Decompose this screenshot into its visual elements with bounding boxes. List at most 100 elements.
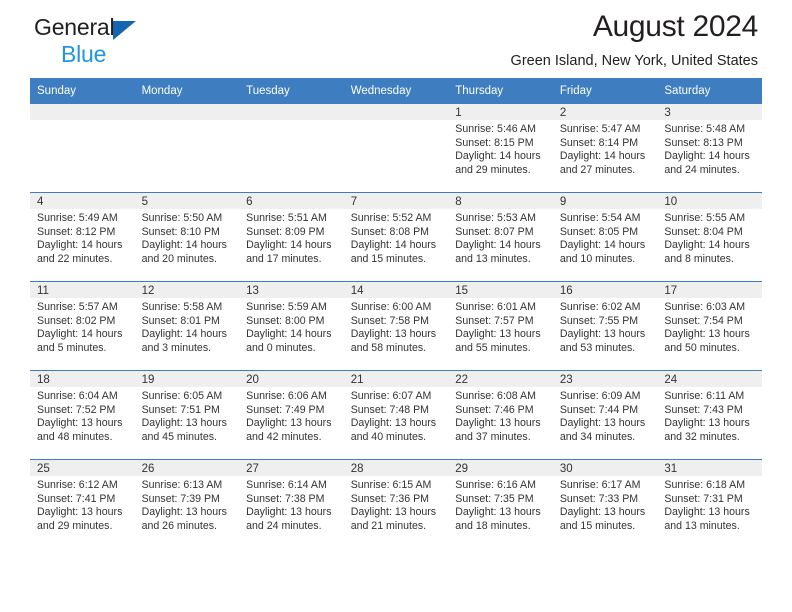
day-details: Sunrise: 5:54 AM Sunset: 8:05 PM Daylight:… bbox=[553, 209, 658, 266]
calendar-day-cell[interactable]: 19 Sunrise: 6:05 AM Sunset: 7:51 PM Dayligh… bbox=[134, 370, 240, 460]
sunrise-text: Sunrise: 5:58 AM bbox=[141, 301, 223, 313]
calendar-day-cell[interactable]: 26 Sunrise: 6:13 AM Sunset: 7:39 PM Dayligh… bbox=[134, 459, 240, 548]
sunset-text: Sunset: 7:39 PM bbox=[141, 492, 220, 505]
calendar-day-cell[interactable]: 12 Sunrise: 5:58 AM Sunset: 8:01 PM Dayligh… bbox=[134, 281, 240, 371]
calendar-day-cell[interactable]: 9 Sunrise: 5:54 AM Sunset: 8:05 PM Daylight… bbox=[552, 192, 658, 282]
calendar-day-cell[interactable]: 27 Sunrise: 6:14 AM Sunset: 7:38 PM Dayligh… bbox=[239, 459, 344, 548]
calendar-day-cell[interactable]: 23 Sunrise: 6:09 AM Sunset: 7:44 PM Dayligh… bbox=[552, 370, 658, 460]
calendar-day-cell[interactable]: 20 Sunrise: 6:06 AM Sunset: 7:49 PM Dayligh… bbox=[239, 370, 344, 460]
calendar-day-cell[interactable]: 25 Sunrise: 6:12 AM Sunset: 7:41 PM Dayligh… bbox=[30, 459, 135, 548]
day-number: 8 bbox=[448, 193, 553, 209]
day-number: 28 bbox=[343, 460, 449, 476]
daylight-text-line2: and 26 minutes. bbox=[141, 519, 217, 532]
daylight-text-line1: Daylight: 13 hours bbox=[559, 417, 646, 430]
sunrise-text: Sunrise: 6:17 AM bbox=[559, 479, 641, 491]
daylight-text-line2: and 5 minutes. bbox=[37, 341, 107, 354]
sunset-text: Sunset: 8:15 PM bbox=[455, 136, 534, 149]
day-number: 10 bbox=[657, 193, 762, 209]
calendar-day-cell[interactable]: 17 Sunrise: 6:03 AM Sunset: 7:54 PM Dayligh… bbox=[657, 281, 762, 371]
calendar-day-cell[interactable]: 22 Sunrise: 6:08 AM Sunset: 7:46 PM Dayligh… bbox=[448, 370, 553, 460]
day-number: 13 bbox=[239, 282, 344, 298]
daylight-text-line1: Daylight: 14 hours bbox=[37, 328, 123, 341]
day-details: Sunrise: 6:04 AM Sunset: 7:52 PM Daylight:… bbox=[30, 387, 135, 444]
calendar-day-cell[interactable]: 7 Sunrise: 5:52 AM Sunset: 8:08 PM Daylight… bbox=[343, 192, 449, 282]
day-number: 26 bbox=[134, 460, 240, 476]
sunset-text: Sunset: 7:48 PM bbox=[350, 403, 430, 416]
sunrise-text: Sunrise: 5:46 AM bbox=[455, 123, 536, 135]
daylight-text-line1: Daylight: 13 hours bbox=[664, 506, 750, 519]
daylight-text-line1: Daylight: 14 hours bbox=[37, 239, 123, 252]
daylight-text-line1: Daylight: 13 hours bbox=[455, 506, 541, 519]
daylight-text-line2: and 32 minutes. bbox=[664, 430, 740, 443]
calendar-day-cell[interactable]: 6 Sunrise: 5:51 AM Sunset: 8:09 PM Daylight… bbox=[239, 192, 344, 282]
day-details: Sunrise: 6:13 AM Sunset: 7:39 PM Daylight:… bbox=[135, 476, 240, 533]
sunrise-text: Sunrise: 6:14 AM bbox=[246, 479, 327, 491]
sunrise-text: Sunrise: 6:18 AM bbox=[664, 479, 746, 491]
daylight-text-line1: Daylight: 13 hours bbox=[664, 417, 750, 430]
sunrise-text: Sunrise: 6:11 AM bbox=[664, 390, 745, 402]
daylight-text-line1: Daylight: 13 hours bbox=[246, 506, 332, 519]
calendar-day-cell[interactable]: 30 Sunrise: 6:17 AM Sunset: 7:33 PM Dayligh… bbox=[552, 459, 658, 548]
calendar-day-cell[interactable]: 3 Sunrise: 5:48 AM Sunset: 8:13 PM Daylight… bbox=[657, 104, 762, 193]
calendar-day-cell[interactable]: 1 Sunrise: 5:46 AM Sunset: 8:15 PM Daylight… bbox=[448, 104, 553, 193]
sunset-text: Sunset: 7:38 PM bbox=[246, 492, 325, 505]
day-details: Sunrise: 5:46 AM Sunset: 8:15 PM Daylight:… bbox=[448, 120, 553, 177]
sunset-text: Sunset: 7:58 PM bbox=[350, 314, 430, 327]
sunrise-text: Sunrise: 6:00 AM bbox=[350, 301, 432, 313]
weekday-header-thursday: Thursday bbox=[448, 78, 553, 104]
weekday-header-wednesday: Wednesday bbox=[343, 78, 449, 104]
day-number: 12 bbox=[134, 282, 240, 298]
daylight-text-line1: Daylight: 14 hours bbox=[455, 239, 541, 252]
calendar-day-cell[interactable]: 31 Sunrise: 6:18 AM Sunset: 7:31 PM Dayligh… bbox=[657, 459, 762, 548]
brand-logo[interactable]: General Blue bbox=[34, 16, 214, 66]
sunrise-text: Sunrise: 6:07 AM bbox=[350, 390, 432, 402]
calendar-day-cell[interactable]: 18 Sunrise: 6:04 AM Sunset: 7:52 PM Dayligh… bbox=[30, 370, 135, 460]
weekday-header-saturday: Saturday bbox=[657, 78, 762, 104]
sunset-text: Sunset: 7:33 PM bbox=[559, 492, 639, 505]
calendar-day-cell[interactable]: 24 Sunrise: 6:11 AM Sunset: 7:43 PM Dayligh… bbox=[657, 370, 762, 460]
daylight-text-line1: Daylight: 13 hours bbox=[37, 417, 123, 430]
day-details: Sunrise: 5:50 AM Sunset: 8:10 PM Daylight:… bbox=[135, 209, 240, 266]
calendar-day-cell[interactable]: 13 Sunrise: 5:59 AM Sunset: 8:00 PM Dayligh… bbox=[239, 281, 344, 371]
calendar-day-cell[interactable]: 10 Sunrise: 5:55 AM Sunset: 8:04 PM Dayligh… bbox=[657, 192, 762, 282]
day-details: Sunrise: 6:02 AM Sunset: 7:55 PM Daylight:… bbox=[553, 298, 658, 355]
day-number: 30 bbox=[552, 460, 658, 476]
sunrise-text: Sunrise: 5:49 AM bbox=[37, 212, 118, 224]
calendar-day-cell[interactable]: 2 Sunrise: 5:47 AM Sunset: 8:14 PM Daylight… bbox=[552, 104, 658, 193]
brand-name-blue: Blue bbox=[61, 41, 107, 67]
day-details: Sunrise: 5:57 AM Sunset: 8:02 PM Daylight:… bbox=[30, 298, 135, 355]
calendar-day-cell[interactable]: 8 Sunrise: 5:53 AM Sunset: 8:07 PM Daylight… bbox=[448, 192, 553, 282]
daylight-text-line2: and 42 minutes. bbox=[246, 430, 322, 443]
day-number: 14 bbox=[343, 282, 449, 298]
sunrise-text: Sunrise: 6:05 AM bbox=[141, 390, 223, 402]
sunset-text: Sunset: 7:46 PM bbox=[455, 403, 534, 416]
weekday-header-friday: Friday bbox=[552, 78, 658, 104]
day-details: Sunrise: 5:52 AM Sunset: 8:08 PM Daylight:… bbox=[344, 209, 449, 266]
day-details: Sunrise: 6:18 AM Sunset: 7:31 PM Daylight:… bbox=[657, 476, 762, 533]
day-number: 5 bbox=[134, 193, 240, 209]
daylight-text-line2: and 0 minutes. bbox=[246, 341, 316, 354]
sunrise-text: Sunrise: 6:13 AM bbox=[141, 479, 223, 491]
calendar-day-cell[interactable]: 4 Sunrise: 5:49 AM Sunset: 8:12 PM Daylight… bbox=[30, 192, 135, 282]
calendar-day-cell[interactable]: 16 Sunrise: 6:02 AM Sunset: 7:55 PM Dayligh… bbox=[552, 281, 658, 371]
calendar-day-cell[interactable]: 14 Sunrise: 6:00 AM Sunset: 7:58 PM Dayligh… bbox=[343, 281, 449, 371]
calendar-day-cell[interactable]: 21 Sunrise: 6:07 AM Sunset: 7:48 PM Dayligh… bbox=[343, 370, 449, 460]
day-number: 9 bbox=[552, 193, 658, 209]
sunset-text: Sunset: 8:01 PM bbox=[141, 314, 220, 327]
daylight-text-line1: Daylight: 14 hours bbox=[246, 328, 332, 341]
calendar-day-cell[interactable]: 11 Sunrise: 5:57 AM Sunset: 8:02 PM Dayligh… bbox=[30, 281, 135, 371]
calendar-day-cell[interactable]: 29 Sunrise: 6:16 AM Sunset: 7:35 PM Dayligh… bbox=[448, 459, 553, 548]
daylight-text-line2: and 27 minutes. bbox=[559, 163, 636, 176]
calendar-day-cell[interactable]: 5 Sunrise: 5:50 AM Sunset: 8:10 PM Daylight… bbox=[134, 192, 240, 282]
sunset-text: Sunset: 8:08 PM bbox=[350, 225, 430, 238]
day-details: Sunrise: 5:47 AM Sunset: 8:14 PM Daylight:… bbox=[553, 120, 658, 177]
daylight-text-line2: and 15 minutes. bbox=[350, 252, 427, 265]
day-number bbox=[134, 104, 240, 120]
calendar-day-cell[interactable]: 15 Sunrise: 6:01 AM Sunset: 7:57 PM Dayligh… bbox=[448, 281, 553, 371]
day-number: 4 bbox=[30, 193, 135, 209]
day-details: Sunrise: 6:09 AM Sunset: 7:44 PM Daylight:… bbox=[553, 387, 658, 444]
daylight-text-line2: and 48 minutes. bbox=[37, 430, 113, 443]
daylight-text-line2: and 24 minutes. bbox=[246, 519, 322, 532]
day-number: 11 bbox=[30, 282, 135, 298]
calendar-day-cell[interactable]: 28 Sunrise: 6:15 AM Sunset: 7:36 PM Dayligh… bbox=[343, 459, 449, 548]
